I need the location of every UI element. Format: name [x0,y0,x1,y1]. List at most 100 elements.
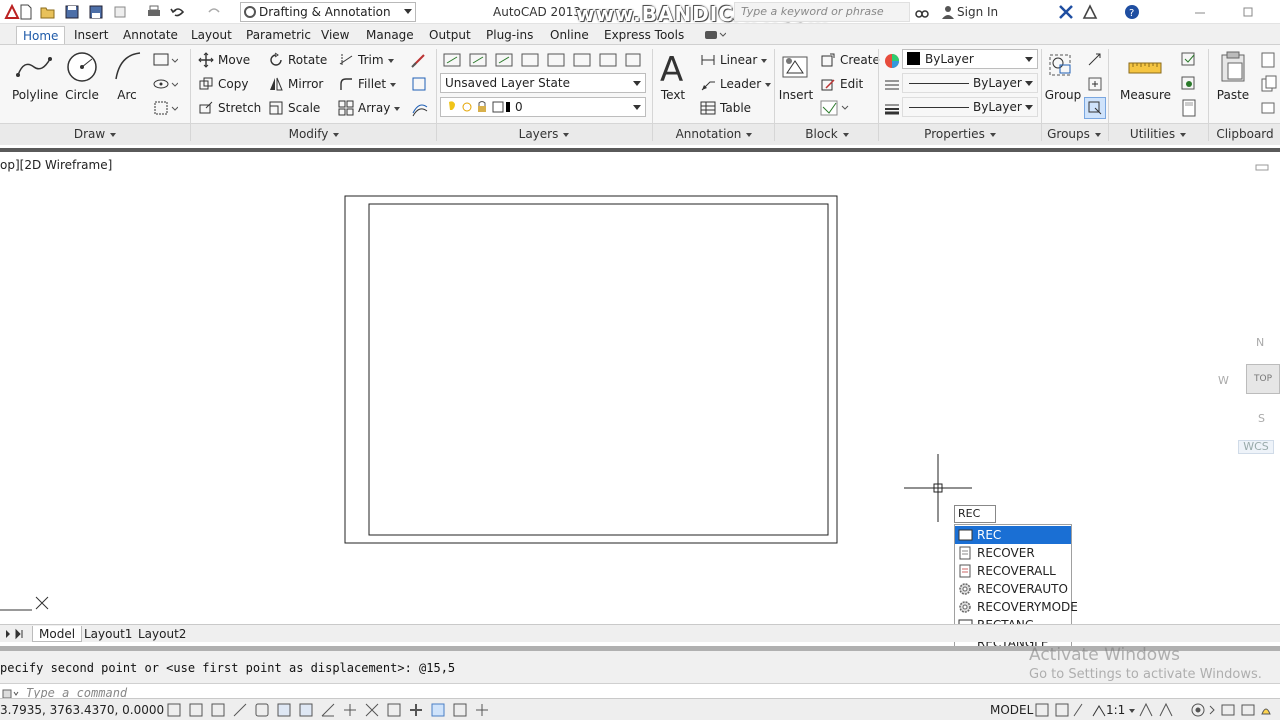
cut-icon[interactable] [1260,51,1278,72]
match-properties-icon[interactable] [1260,99,1278,120]
plot-icon[interactable] [146,4,162,20]
group-button[interactable]: Group [1044,49,1082,102]
undo-icon[interactable] [170,4,186,20]
sign-in-button[interactable]: Sign In [957,5,998,19]
rectangle-icon[interactable] [152,51,179,72]
redo-icon[interactable] [206,4,222,20]
attribute-icon[interactable] [820,99,852,120]
select-all-icon[interactable] [1180,75,1198,96]
arc-button[interactable]: Arc [108,49,146,102]
mirror-button[interactable]: Mirror [268,74,323,94]
lineweight-dropdown[interactable]: ByLayer [902,97,1038,117]
copy-button[interactable]: Copy [198,74,248,94]
viewcube[interactable]: N W TOP S WCS [1214,330,1280,460]
group-selection-icon[interactable] [1084,97,1106,119]
offset-icon[interactable] [410,99,430,120]
trim-button[interactable]: Trim [338,50,394,70]
tab-express-tools[interactable]: Express Tools [604,26,684,44]
suggestion-rec-rectang[interactable]: REC (RECTANG) [955,526,1071,560]
autodesk-icon[interactable] [1082,4,1098,20]
calculator-icon[interactable] [1180,99,1198,120]
save-icon[interactable] [64,4,80,20]
plot-preview-icon[interactable] [112,4,128,20]
table-button[interactable]: Table [700,98,751,118]
suggestion-recover[interactable]: RECOVER [955,544,1071,562]
viewcube-north[interactable]: N [1256,336,1264,349]
annotation-panel-label[interactable]: Annotation [654,125,774,143]
drafting-toggles[interactable] [166,702,496,718]
utilities-panel-label[interactable]: Utilities [1110,125,1206,143]
rotate-button[interactable]: Rotate [268,50,327,70]
exchange-icon[interactable] [1058,4,1074,20]
explode-icon[interactable] [410,75,430,96]
layer-dropdown[interactable]: 0 [440,97,646,117]
color-wheel-icon[interactable] [884,53,900,72]
tab-plug-ins[interactable]: Plug-ins [486,26,533,44]
stretch-button[interactable]: Stretch [198,98,261,118]
layout-tab-layout2[interactable]: Layout2 [132,626,192,642]
layer-state-dropdown[interactable]: Unsaved Layer State [440,73,646,93]
linetype-dropdown[interactable]: ByLayer [902,73,1038,93]
viewcube-top-face[interactable]: TOP [1246,364,1280,394]
layout-nav-arrows[interactable] [2,628,30,643]
block-panel-label[interactable]: Block [776,125,878,143]
drawing-canvas[interactable]: op][2D Wireframe] N W TOP S WCS [0,148,1280,624]
tab-parametric[interactable]: Parametric [246,26,311,44]
measure-button[interactable]: Measure [1120,49,1171,102]
color-dropdown[interactable]: ByLayer [902,49,1038,69]
paste-button[interactable]: Paste [1214,49,1252,102]
workspace-switcher[interactable]: Drafting & Annotation [240,2,416,22]
tab-layout[interactable]: Layout [191,26,232,44]
suggestion-recoverall[interactable]: RECOVERALL [955,562,1071,580]
polyline-button[interactable]: Polyline [12,49,58,102]
clipboard-panel-label[interactable]: Clipboard [1210,125,1280,143]
search-input[interactable]: Type a keyword or phrase [734,2,910,22]
wcs-menu[interactable]: WCS [1238,440,1274,454]
tab-home[interactable]: Home [16,26,66,44]
annotation-scale[interactable]: 1:1 [1092,703,1136,717]
suggestion-recoverymode[interactable]: RECOVERYMODE [955,598,1078,616]
groups-panel-label[interactable]: Groups [1042,125,1106,143]
new-file-icon[interactable] [18,4,34,20]
quick-select-icon[interactable] [1180,51,1198,72]
layout-tab-layout1[interactable]: Layout1 [78,626,138,642]
user-icon[interactable] [940,4,956,20]
viewcube-west[interactable]: W [1218,374,1229,387]
edit-block-button[interactable]: Edit [820,74,863,94]
open-file-icon[interactable] [40,4,56,20]
draw-panel-label[interactable]: Draw [0,125,190,143]
create-block-button[interactable]: Create [820,50,880,70]
hatch-icon[interactable] [152,99,179,120]
tab-view[interactable]: View [321,26,349,44]
ellipse-icon[interactable] [152,75,179,96]
circle-button[interactable]: Circle [62,49,102,102]
minimize-icon[interactable] [1192,4,1208,20]
group-edit-icon[interactable] [1086,75,1104,96]
restore-icon[interactable] [1240,4,1256,20]
ungroup-icon[interactable] [1086,51,1104,72]
tab-manage[interactable]: Manage [366,26,414,44]
viewport-tools-icons[interactable] [1034,702,1084,718]
status-tray-icons[interactable] [1138,702,1280,718]
text-button[interactable]: A Text [658,49,688,102]
properties-panel-label[interactable]: Properties [880,125,1040,143]
erase-icon[interactable] [410,51,430,72]
copy-clip-icon[interactable] [1260,75,1278,96]
tab-annotate[interactable]: Annotate [123,26,178,44]
array-button[interactable]: Array [338,98,401,118]
layers-panel-label[interactable]: Layers [438,125,650,143]
insert-button[interactable]: Insert [778,49,814,102]
help-icon[interactable]: ? [1124,4,1140,20]
modify-panel-label[interactable]: Modify [192,125,436,143]
viewcube-south[interactable]: S [1258,412,1265,425]
linear-button[interactable]: Linear [700,50,768,70]
model-space-toggle[interactable]: MODEL [990,703,1033,717]
suggestion-recoverauto[interactable]: RECOVERAUTO [955,580,1071,598]
tab-insert[interactable]: Insert [74,26,108,44]
save-as-icon[interactable] [88,4,104,20]
layout-tab-model[interactable]: Model [32,626,83,642]
leader-button[interactable]: Leader [700,74,772,94]
fillet-button[interactable]: Fillet [338,74,397,94]
linetype-icon[interactable] [884,77,900,96]
move-button[interactable]: Move [198,50,250,70]
